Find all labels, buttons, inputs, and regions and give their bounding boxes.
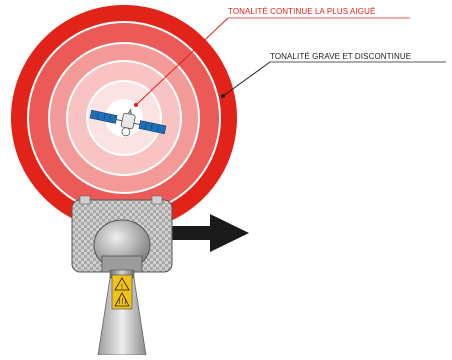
leader-dot-high-tone: [134, 103, 138, 107]
leader-dot-low-tone: [221, 94, 225, 98]
label-continuous-high-tone: TONALITÉ CONTINUE LA PLUS AIGUË: [228, 7, 376, 16]
label-low-discontinuous-tone: TONALITÉ GRAVE ET DISCONTINUE: [270, 52, 412, 61]
device-housing-top-bracket-left: [79, 195, 91, 205]
device-knob-bottom: [101, 255, 143, 273]
svg-text:!: !: [121, 284, 123, 291]
signal-diagram: ! TONALITÉ CONTINUE LA PLUS AIGUË TONALI…: [0, 0, 452, 356]
detector-device: !: [71, 195, 173, 356]
device-housing-top-bracket-right: [151, 195, 163, 205]
direction-arrow-icon: [168, 214, 249, 252]
